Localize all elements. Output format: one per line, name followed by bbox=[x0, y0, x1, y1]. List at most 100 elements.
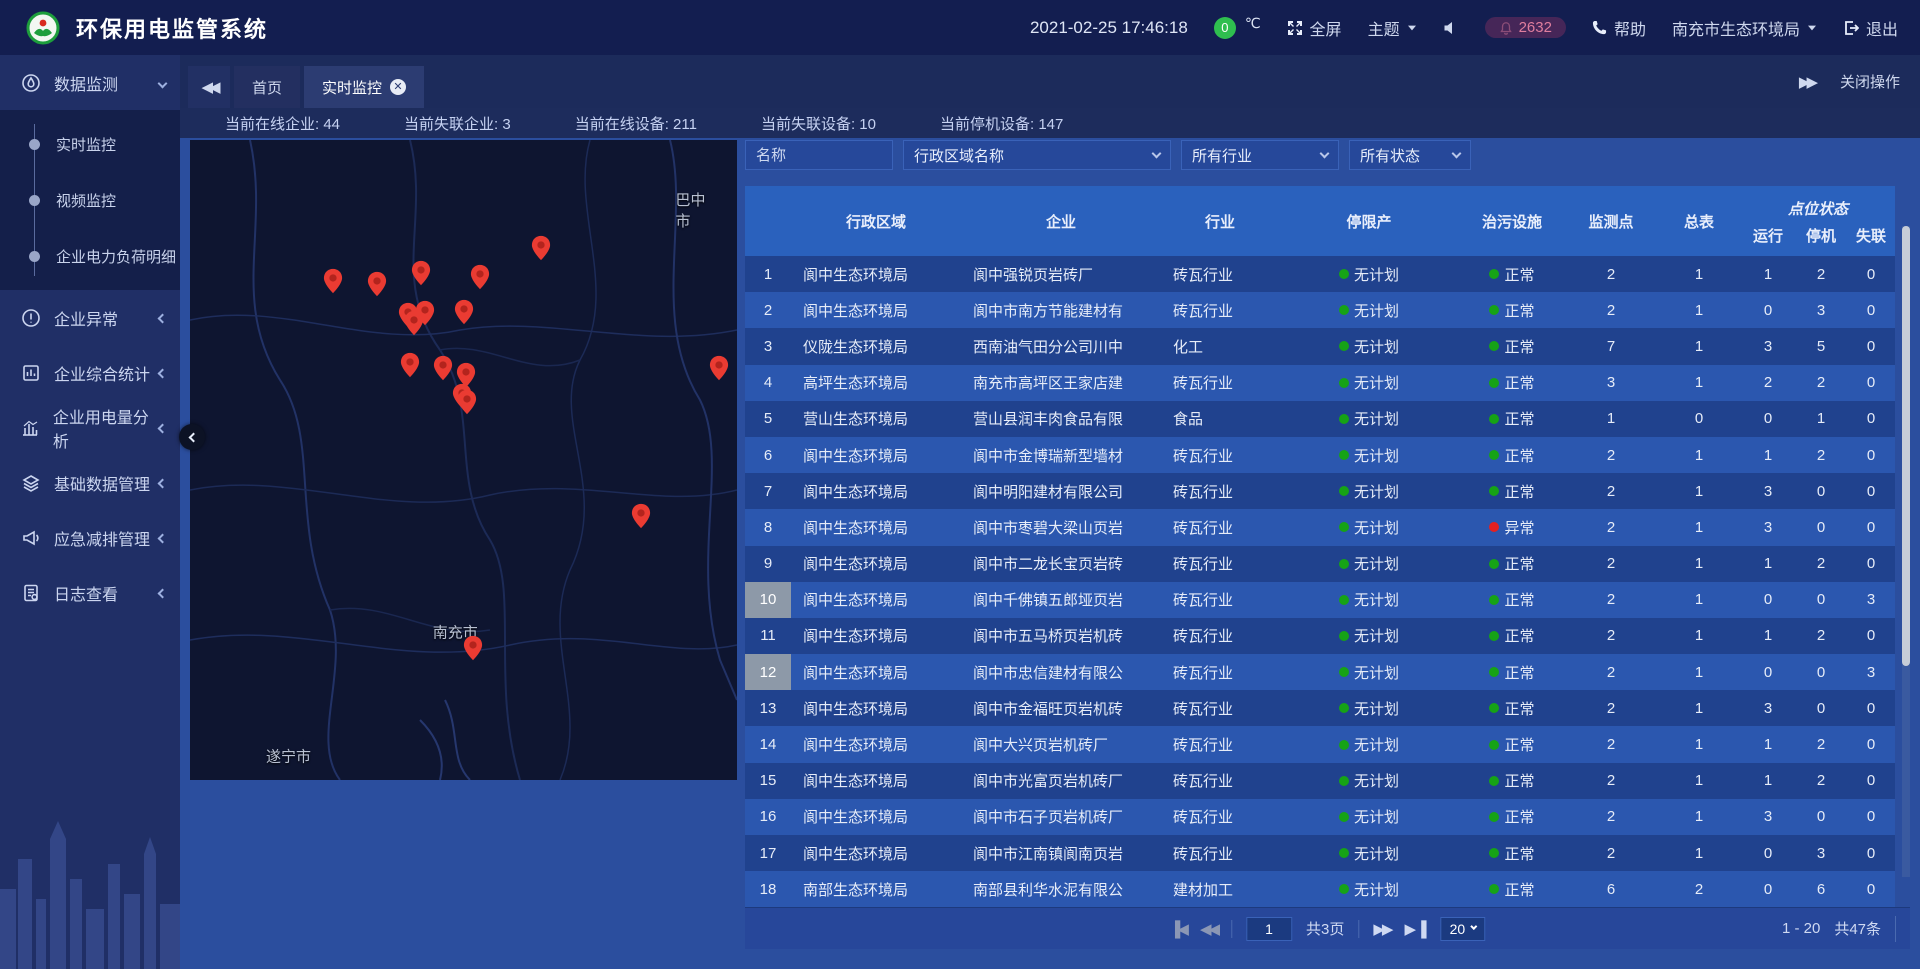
table-row-14[interactable]: 14阆中生态环境局阆中大兴页岩机砖厂砖瓦行业无计划正常21120 bbox=[745, 726, 1895, 762]
name-search-input[interactable] bbox=[745, 140, 893, 170]
tab-1[interactable]: 实时监控✕ bbox=[304, 66, 424, 108]
cell-lost-count: 0 bbox=[1847, 618, 1895, 654]
map-pin-16[interactable] bbox=[462, 635, 483, 661]
help-button[interactable]: 帮助 bbox=[1592, 16, 1646, 40]
sidebar-item-1[interactable]: 企业异常 bbox=[0, 290, 180, 345]
col-header-6[interactable]: 总表 bbox=[1657, 186, 1741, 256]
col-header-1[interactable]: 企业 bbox=[961, 186, 1161, 256]
region-select[interactable]: 行政区域名称 bbox=[903, 140, 1171, 170]
status-dot-icon bbox=[1489, 848, 1499, 858]
table-row-18[interactable]: 18南部生态环境局南部县利华水泥有限公建材加工无计划正常62060 bbox=[745, 871, 1895, 907]
sidebar-item-4[interactable]: 基础数据管理 bbox=[0, 455, 180, 510]
cell-total-meter: 1 bbox=[1657, 690, 1741, 726]
cell-facility-status: 正常 bbox=[1459, 328, 1565, 364]
scrollbar-thumb[interactable] bbox=[1902, 226, 1910, 666]
sidebar-subitem-0[interactable]: 实时监控 bbox=[0, 116, 180, 172]
cell-monitor-count: 2 bbox=[1565, 582, 1657, 618]
sidebar-item-5[interactable]: 应急减排管理 bbox=[0, 510, 180, 565]
map-pin-0[interactable] bbox=[322, 268, 343, 294]
map-pin-3[interactable] bbox=[469, 264, 490, 290]
col-header-0[interactable]: 行政区域 bbox=[791, 186, 961, 256]
sidebar-subitem-2[interactable]: 企业电力负荷明细 bbox=[0, 228, 180, 284]
page-number-input[interactable] bbox=[1246, 917, 1292, 941]
table-row-4[interactable]: 4高坪生态环境局南充市高坪区王家店建砖瓦行业无计划正常31220 bbox=[745, 365, 1895, 401]
chevron-down-icon bbox=[1320, 148, 1330, 158]
prev-page-icon[interactable]: ◀◀ bbox=[1200, 920, 1217, 938]
sidebar-item-0[interactable]: 数据监测 bbox=[0, 55, 180, 110]
table-row-13[interactable]: 13阆中生态环境局阆中市金福旺页岩机砖砖瓦行业无计划正常21300 bbox=[745, 690, 1895, 726]
sidebar-subitem-1[interactable]: 视频监控 bbox=[0, 172, 180, 228]
sidebar-item-2[interactable]: 企业综合统计 bbox=[0, 345, 180, 400]
close-operations-dropdown[interactable]: 关闭操作 bbox=[1840, 71, 1900, 92]
cell-stop-status: 无计划 bbox=[1279, 690, 1459, 726]
facility-status-label: 正常 bbox=[1504, 770, 1534, 791]
fullscreen-button[interactable]: 全屏 bbox=[1287, 16, 1342, 40]
cell-total-meter: 1 bbox=[1657, 726, 1741, 762]
col-subheader-0[interactable]: 运行 bbox=[1741, 221, 1795, 256]
industry-select[interactable]: 所有行业 bbox=[1181, 140, 1339, 170]
cell-running-count: 3 bbox=[1741, 799, 1795, 835]
table-scrollbar[interactable] bbox=[1902, 226, 1910, 877]
cell-running-count: 0 bbox=[1741, 835, 1795, 871]
table-row-2[interactable]: 2阆中生态环境局阆中市南方节能建材有砖瓦行业无计划正常21030 bbox=[745, 292, 1895, 328]
table-row-12[interactable]: 12阆中生态环境局阆中市忠信建材有限公砖瓦行业无计划正常21003 bbox=[745, 654, 1895, 690]
page-size-select[interactable]: 20 bbox=[1441, 917, 1486, 941]
map-pin-7[interactable] bbox=[415, 300, 436, 326]
cell-bureau: 阆中生态环境局 bbox=[791, 618, 961, 654]
notification-badge[interactable]: 2632 bbox=[1485, 17, 1566, 38]
status-dot-icon bbox=[1489, 812, 1499, 822]
map-pin-8[interactable] bbox=[454, 299, 475, 325]
mute-button[interactable] bbox=[1443, 20, 1459, 36]
map-pin-10[interactable] bbox=[433, 355, 454, 381]
col-header-4[interactable]: 治污设施 bbox=[1459, 186, 1565, 256]
speaker-icon bbox=[1443, 20, 1459, 36]
next-page-icon[interactable]: ▶▶ bbox=[1373, 920, 1390, 938]
table-row-7[interactable]: 7阆中生态环境局阆中明阳建材有限公司砖瓦行业无计划正常21300 bbox=[745, 473, 1895, 509]
stop-status-label: 无计划 bbox=[1354, 843, 1399, 864]
col-header-3[interactable]: 停限产 bbox=[1279, 186, 1459, 256]
table-row-8[interactable]: 8阆中生态环境局阆中市枣碧大梁山页岩砖瓦行业无计划异常21300 bbox=[745, 509, 1895, 545]
col-subheader-2[interactable]: 失联 bbox=[1847, 221, 1895, 256]
table-row-15[interactable]: 15阆中生态环境局阆中市光富页岩机砖厂砖瓦行业无计划正常21120 bbox=[745, 763, 1895, 799]
sidebar-item-6[interactable]: 日志查看 bbox=[0, 565, 180, 620]
map-pin-13[interactable] bbox=[456, 389, 477, 415]
sidebar-collapse-button[interactable] bbox=[179, 424, 205, 450]
table-row-10[interactable]: 10阆中生态环境局阆中千佛镇五郎垭页岩砖瓦行业无计划正常21003 bbox=[745, 582, 1895, 618]
col-header-5[interactable]: 监测点 bbox=[1565, 186, 1657, 256]
map-pin-14[interactable] bbox=[709, 355, 730, 381]
status-select[interactable]: 所有状态 bbox=[1349, 140, 1471, 170]
tabs-scroll-right-icon[interactable]: ▶▶ bbox=[1799, 73, 1814, 91]
map-pin-1[interactable] bbox=[367, 271, 388, 297]
table-row-3[interactable]: 3仪陇生态环境局西南油气田分公司川中化工无计划正常71350 bbox=[745, 328, 1895, 364]
first-page-icon[interactable]: ▐◀ bbox=[1170, 920, 1186, 938]
cell-company: 阆中市江南镇阆南页岩 bbox=[961, 835, 1161, 871]
map-pin-2[interactable] bbox=[410, 260, 431, 286]
row-index: 13 bbox=[745, 690, 791, 726]
sidebar-item-3[interactable]: 企业用电量分析 bbox=[0, 400, 180, 455]
map-pin-9[interactable] bbox=[399, 352, 420, 378]
cell-stopped-count: 3 bbox=[1795, 292, 1847, 328]
org-dropdown[interactable]: 南充市生态环境局 bbox=[1672, 16, 1817, 40]
tab-close-icon[interactable]: ✕ bbox=[390, 79, 406, 95]
facility-status-label: 正常 bbox=[1504, 300, 1534, 321]
table-row-9[interactable]: 9阆中生态环境局阆中市二龙长宝页岩砖砖瓦行业无计划正常21120 bbox=[745, 546, 1895, 582]
col-header-2[interactable]: 行业 bbox=[1161, 186, 1279, 256]
tabs-scroll-left-icon[interactable]: ◀◀ bbox=[188, 66, 230, 108]
last-page-icon[interactable]: ▶▐ bbox=[1404, 920, 1426, 938]
map-pin-15[interactable] bbox=[630, 503, 651, 529]
app-title: 环保用电监管系统 bbox=[76, 12, 268, 44]
status-dot-icon bbox=[1489, 559, 1499, 569]
theme-dropdown[interactable]: 主题 bbox=[1368, 16, 1417, 40]
table-row-6[interactable]: 6阆中生态环境局阆中市金博瑞新型墙材砖瓦行业无计划正常21120 bbox=[745, 437, 1895, 473]
map-panel[interactable]: 巴中市南充市遂宁市 bbox=[190, 140, 737, 780]
table-row-1[interactable]: 1阆中生态环境局阆中强锐页岩砖厂砖瓦行业无计划正常21120 bbox=[745, 256, 1895, 292]
status-dot-icon bbox=[1339, 341, 1349, 351]
map-pin-4[interactable] bbox=[531, 235, 552, 261]
table-row-11[interactable]: 11阆中生态环境局阆中市五马桥页岩机砖砖瓦行业无计划正常21120 bbox=[745, 618, 1895, 654]
logout-button[interactable]: 退出 bbox=[1843, 16, 1898, 40]
table-row-16[interactable]: 16阆中生态环境局阆中市石子页岩机砖厂砖瓦行业无计划正常21300 bbox=[745, 799, 1895, 835]
tab-0[interactable]: 首页 bbox=[234, 66, 300, 108]
col-subheader-1[interactable]: 停机 bbox=[1795, 221, 1847, 256]
table-row-17[interactable]: 17阆中生态环境局阆中市江南镇阆南页岩砖瓦行业无计划正常21030 bbox=[745, 835, 1895, 871]
table-row-5[interactable]: 5营山生态环境局营山县润丰肉食品有限食品无计划正常10010 bbox=[745, 401, 1895, 437]
